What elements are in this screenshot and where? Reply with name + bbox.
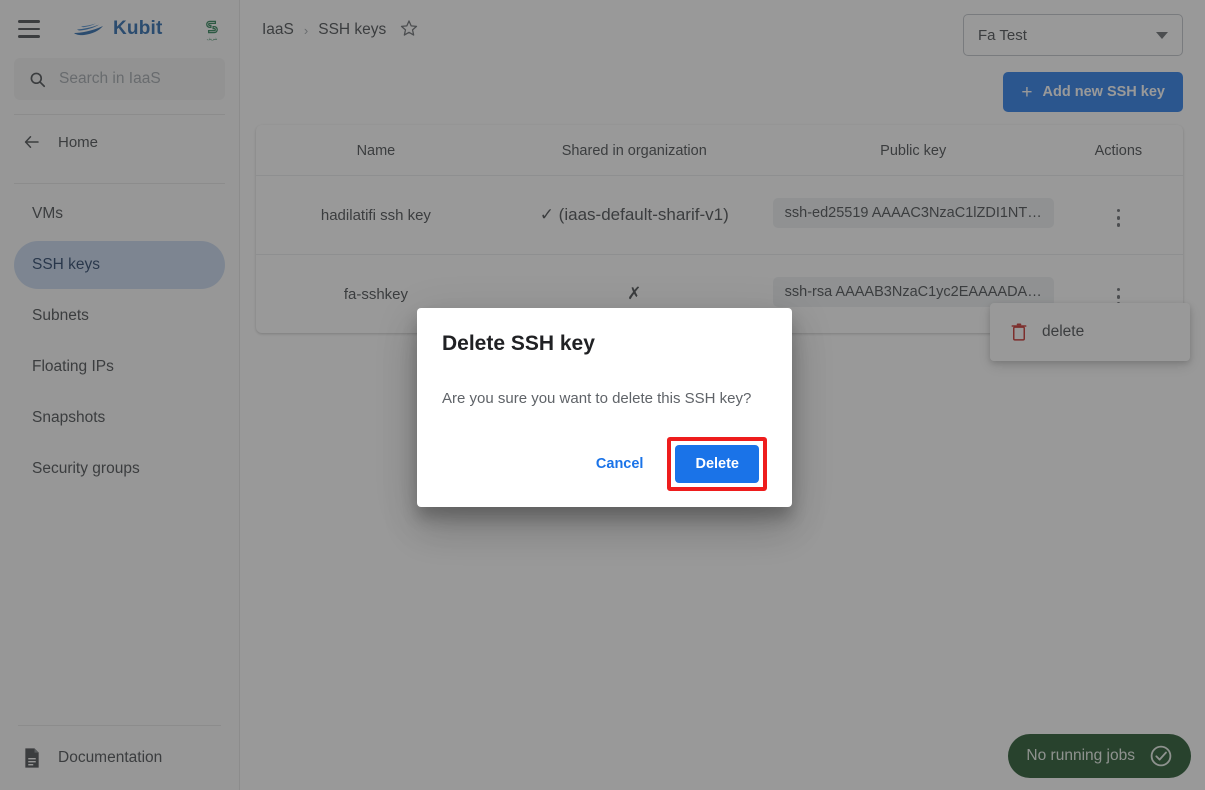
app-root: Kubit شریف Search in IaaS — [0, 0, 1205, 790]
delete-button-highlight: Delete — [667, 437, 767, 491]
dialog-actions: Cancel Delete — [442, 437, 767, 491]
delete-ssh-key-dialog: Delete SSH key Are you sure you want to … — [417, 308, 792, 507]
cancel-button[interactable]: Cancel — [584, 446, 656, 482]
delete-button[interactable]: Delete — [675, 445, 759, 483]
dialog-message: Are you sure you want to delete this SSH… — [442, 390, 752, 407]
dialog-title: Delete SSH key — [442, 332, 595, 355]
